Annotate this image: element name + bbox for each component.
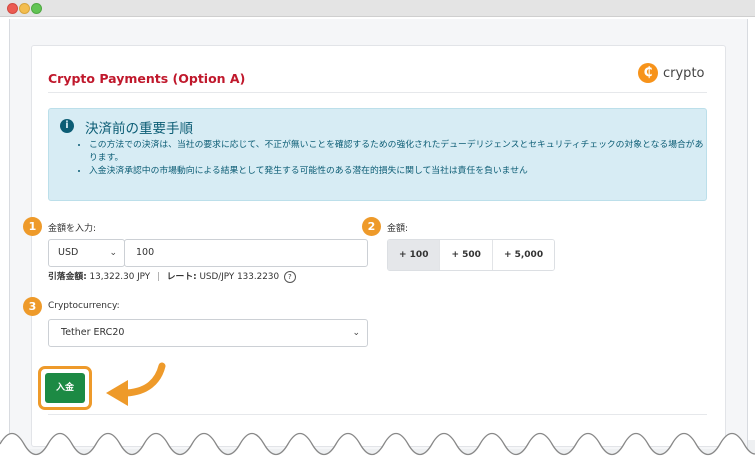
amount-input[interactable]: 100	[124, 239, 368, 267]
maximize-window-button[interactable]	[31, 3, 42, 14]
debit-label: 引落金額:	[48, 272, 87, 282]
add-5000-button[interactable]: + 5,000	[492, 240, 555, 270]
rate-info: 引落金額: 13,322.30 JPY | レート: USD/JPY 133.2…	[48, 269, 296, 283]
step-badge-2: 2	[362, 217, 381, 236]
currency-select[interactable]: USD ⌄	[48, 239, 125, 267]
alert-list-item: 入金決済承認中の市場動向による結果として発生する可能性のある潜在的損失に関して当…	[89, 165, 704, 178]
divider	[48, 92, 707, 93]
alert-title: 決済前の重要手順	[85, 121, 193, 137]
chevron-down-icon: ⌄	[352, 328, 360, 338]
alert-list: この方法での決済は、当社の要求に応じて、不正が無いことを確認するための強化された…	[75, 139, 704, 178]
info-circle-icon: i	[60, 119, 74, 133]
brand-text: crypto	[663, 65, 705, 81]
title-bar	[0, 0, 755, 17]
currency-value: USD	[58, 247, 79, 258]
deposit-button[interactable]: 入金	[45, 373, 85, 403]
amount-input-label: 金額を入力:	[48, 224, 97, 234]
step-badge-1: 1	[23, 217, 42, 236]
chevron-down-icon: ⌄	[109, 248, 117, 258]
card-title: Crypto Payments (Option A)	[48, 71, 246, 86]
amount-preset-group: + 100 + 500 + 5,000	[387, 239, 556, 271]
alert-list-item: この方法での決済は、当社の要求に応じて、不正が無いことを確認するための強化された…	[89, 139, 704, 165]
cryptocurrency-value: Tether ERC20	[61, 327, 125, 338]
cryptocurrency-label: Cryptocurrency:	[48, 301, 120, 311]
torn-edge	[0, 432, 755, 467]
step-badge-3: 3	[23, 297, 42, 316]
cryptocurrency-select[interactable]: Tether ERC20 ⌄	[48, 319, 368, 347]
amount-preset-label: 金額:	[387, 224, 409, 234]
curved-arrow-icon	[106, 362, 166, 406]
rate-separator: |	[156, 272, 160, 282]
info-alert: i 決済前の重要手順 この方法での決済は、当社の要求に応じて、不正が無いことを確…	[48, 108, 707, 201]
divider	[48, 414, 707, 415]
add-100-button[interactable]: + 100	[388, 240, 441, 270]
question-circle-icon[interactable]: ?	[283, 270, 296, 283]
crypto-coin-icon: ₵	[638, 63, 658, 83]
close-window-button[interactable]	[7, 3, 18, 14]
rate-label: レート:	[166, 272, 197, 282]
brand-logo: ₵ crypto	[638, 62, 705, 84]
rate-value: USD/JPY 133.2230	[199, 272, 280, 282]
minimize-window-button[interactable]	[19, 3, 30, 14]
debit-value: 13,322.30 JPY	[89, 272, 151, 282]
add-500-button[interactable]: + 500	[440, 240, 493, 270]
